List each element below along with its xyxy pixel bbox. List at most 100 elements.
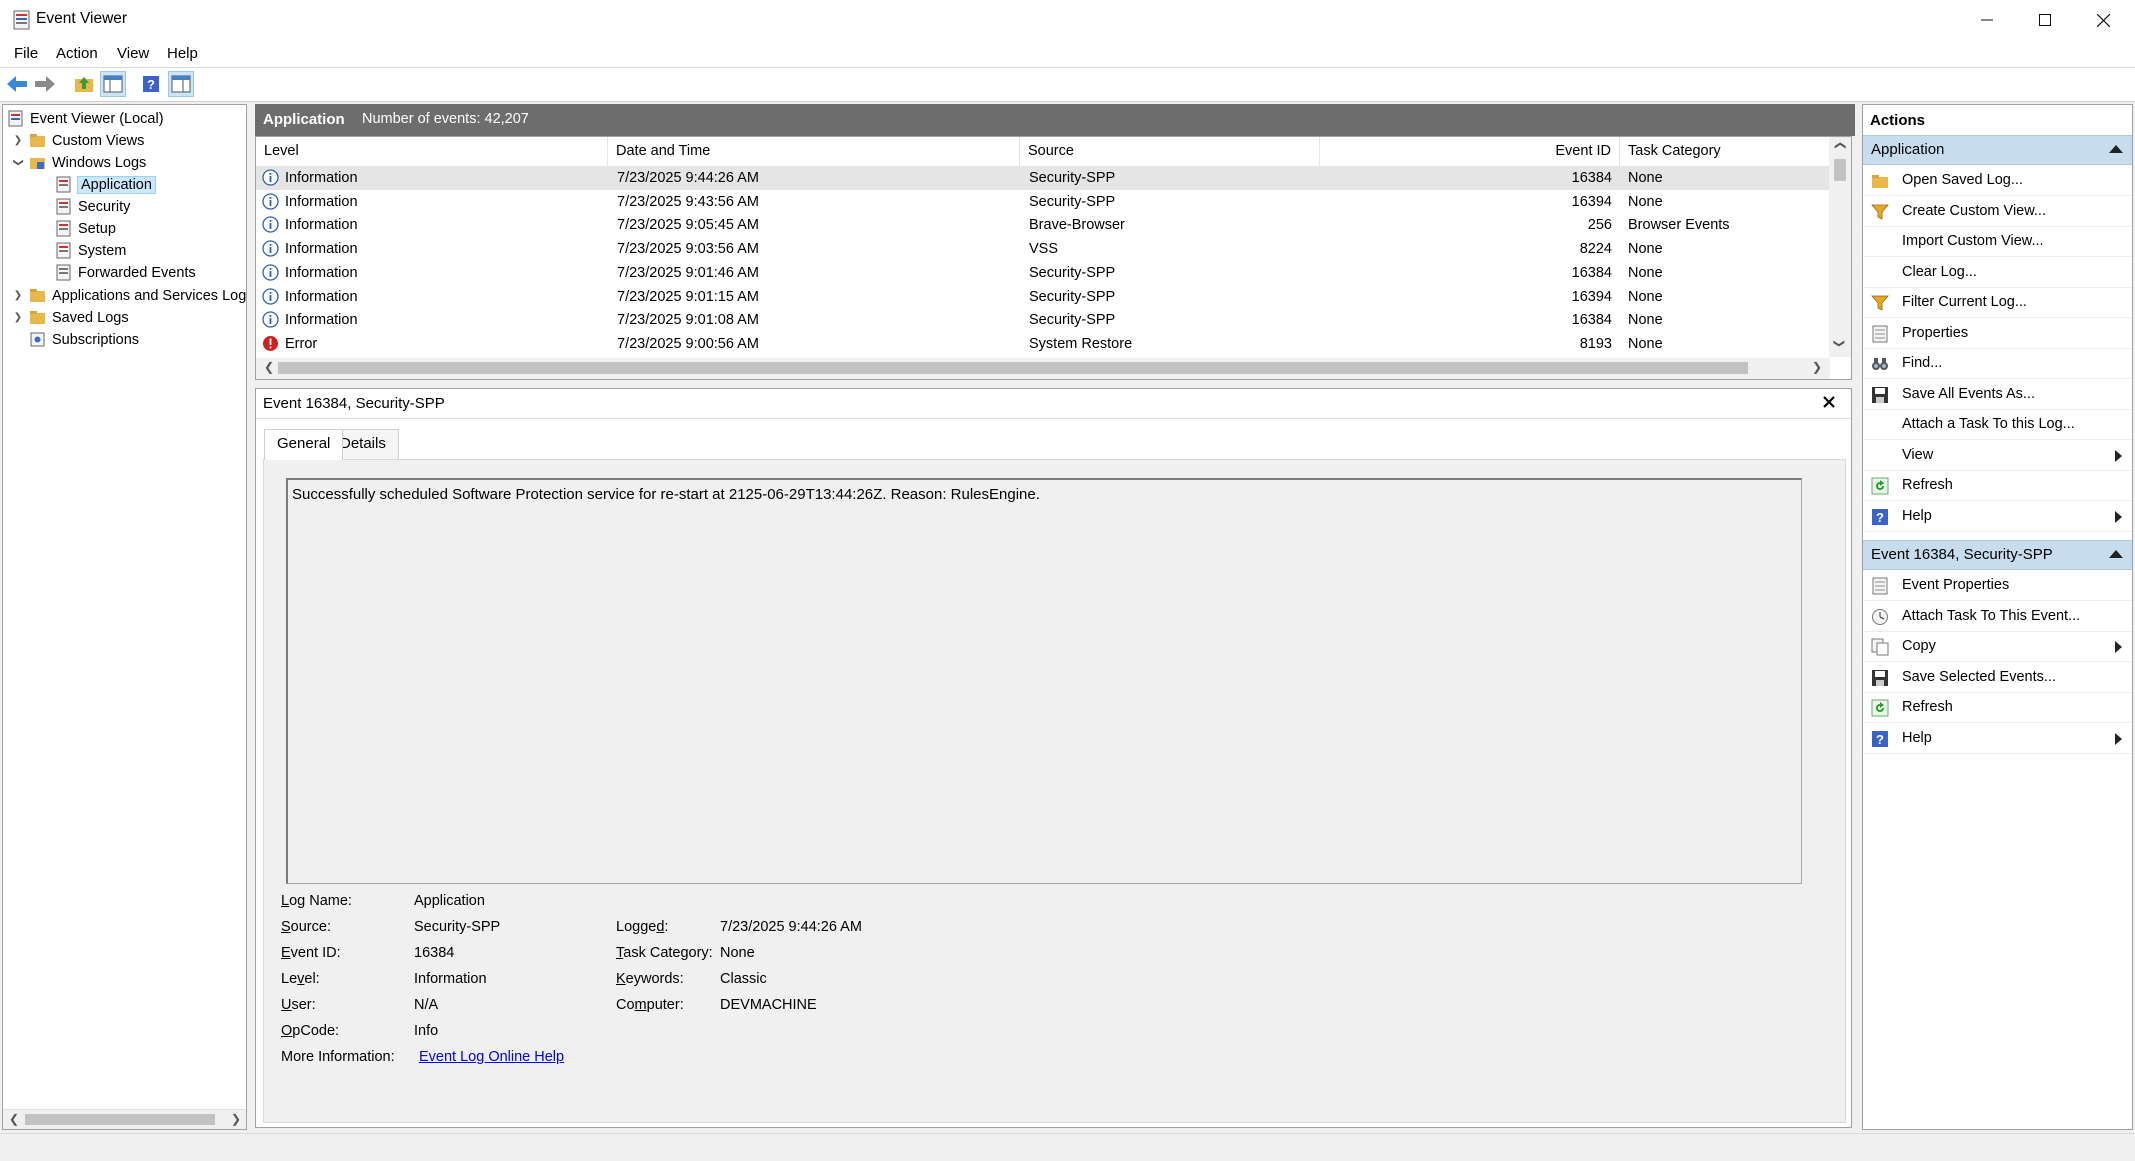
- cell-source: Security-SPP: [1029, 170, 1116, 186]
- grid-vertical-scrollbar[interactable]: ❯ ❯: [1829, 137, 1851, 357]
- action-event-properties[interactable]: Event Properties: [1863, 571, 2132, 601]
- table-row[interactable]: Information 7/23/2025 9:05:45 AM Brave-Bro…: [256, 213, 1830, 237]
- field-label-keywords: Keywords:: [616, 971, 684, 987]
- tree-node-label: Forwarded Events: [78, 264, 196, 281]
- action-find[interactable]: Find...: [1863, 349, 2132, 379]
- column-header-event-id[interactable]: Event ID: [1320, 137, 1620, 166]
- action-save-selected-events[interactable]: Save Selected Events...: [1863, 663, 2132, 693]
- chevron-right-icon[interactable]: ❯: [11, 135, 25, 146]
- maximize-button[interactable]: [2016, 0, 2074, 40]
- column-header-level[interactable]: Level: [256, 137, 608, 166]
- action-attach-task-to-this-event[interactable]: Attach Task To This Event...: [1863, 602, 2132, 632]
- up-one-level-button[interactable]: [71, 71, 97, 97]
- menu-help[interactable]: Help: [167, 45, 198, 62]
- action-import-custom-view[interactable]: Import Custom View...: [1863, 227, 2132, 257]
- grid-horizontal-scrollbar[interactable]: ❮ ❯: [256, 358, 1830, 379]
- scroll-right-icon[interactable]: ❯: [231, 1112, 241, 1126]
- scroll-right-icon[interactable]: ❯: [1812, 360, 1822, 374]
- table-row[interactable]: Information 7/23/2025 9:03:56 AM VSS 8224 No…: [256, 237, 1830, 261]
- tree-node-application[interactable]: Application: [55, 174, 156, 195]
- field-value-level[interactable]: Information: [414, 971, 487, 987]
- event-description[interactable]: Successfully scheduled Software Protecti…: [286, 478, 1802, 884]
- action-save-all-events-as[interactable]: Save All Events As...: [1863, 380, 2132, 410]
- action-create-custom-view[interactable]: Create Custom View...: [1863, 197, 2132, 227]
- action-attach-a-task-to-this-log[interactable]: Attach a Task To this Log...: [1863, 410, 2132, 440]
- action-refresh[interactable]: Refresh: [1863, 471, 2132, 501]
- back-button[interactable]: [4, 71, 30, 97]
- show-hide-action-pane-button[interactable]: [168, 71, 194, 97]
- column-header-source[interactable]: Source: [1020, 137, 1320, 166]
- show-hide-console-tree-button[interactable]: [100, 71, 126, 97]
- minimize-button[interactable]: [1958, 0, 2016, 40]
- scroll-thumb[interactable]: [1834, 159, 1846, 181]
- tree-node-forwarded-events[interactable]: Forwarded Events: [55, 262, 196, 283]
- copy-icon: [1871, 638, 1889, 656]
- scroll-up-icon[interactable]: ❯: [1833, 141, 1846, 150]
- help-button[interactable]: ?: [138, 71, 164, 97]
- collapse-icon[interactable]: [2109, 550, 2123, 558]
- scroll-left-icon[interactable]: ❮: [9, 1112, 19, 1126]
- scroll-thumb[interactable]: [25, 1114, 215, 1125]
- scroll-down-icon[interactable]: ❯: [1833, 339, 1846, 348]
- field-value-keywords[interactable]: Classic: [720, 971, 767, 987]
- column-header-task-category[interactable]: Task Category: [1620, 137, 1830, 166]
- menu-file[interactable]: File: [14, 45, 38, 62]
- chevron-down-icon[interactable]: ❯: [13, 156, 24, 170]
- field-value-log-name[interactable]: Application: [414, 893, 485, 909]
- action-view[interactable]: View: [1863, 441, 2132, 471]
- cell-date-time: 7/23/2025 9:01:15 AM: [617, 288, 759, 305]
- action-copy[interactable]: Copy: [1863, 632, 2132, 662]
- tree-node-saved-logs[interactable]: ❯ Saved Logs: [11, 307, 129, 328]
- actions-section-header[interactable]: Event 16384, Security-SPP: [1863, 540, 2132, 570]
- table-row[interactable]: Information 7/23/2025 9:01:15 AM Security-…: [256, 285, 1830, 309]
- tree-node-windows-logs[interactable]: ❯ Windows Logs: [11, 152, 147, 173]
- forward-button[interactable]: [32, 71, 58, 97]
- tree-node-system[interactable]: System: [55, 240, 126, 261]
- action-label: Help: [1902, 729, 1932, 746]
- menu-view[interactable]: View: [117, 45, 149, 62]
- action-label: Find...: [1902, 355, 1943, 371]
- action-help[interactable]: ? Help: [1863, 502, 2132, 532]
- field-value-computer[interactable]: DEVMACHINE: [720, 997, 817, 1013]
- chevron-right-icon[interactable]: ❯: [11, 290, 25, 301]
- action-clear-log[interactable]: Clear Log...: [1863, 258, 2132, 288]
- field-value-event-id[interactable]: 16384: [414, 945, 454, 961]
- actions-section-header[interactable]: Application: [1863, 135, 2132, 165]
- tree-horizontal-scrollbar[interactable]: ❮ ❯: [3, 1109, 246, 1129]
- tree-node-apps-and-services[interactable]: ❯ Applications and Services Logs: [11, 285, 246, 306]
- cell-date-time: 7/23/2025 9:00:56 AM: [617, 335, 759, 352]
- collapse-icon[interactable]: [2109, 145, 2123, 153]
- field-value-opcode[interactable]: Info: [414, 1023, 438, 1039]
- table-row[interactable]: Error 7/23/2025 9:00:56 AM System Restore 8…: [256, 332, 1830, 356]
- tree-node-setup[interactable]: Setup: [55, 218, 116, 239]
- action-refresh[interactable]: Refresh: [1863, 693, 2132, 723]
- menu-action[interactable]: Action: [56, 45, 98, 62]
- cell-level: Information: [285, 312, 358, 329]
- action-label: Import Custom View...: [1902, 233, 2044, 249]
- close-window-button[interactable]: [2074, 0, 2132, 40]
- table-row[interactable]: Information 7/23/2025 9:44:26 AM Security-…: [256, 166, 1830, 190]
- scroll-left-icon[interactable]: ❮: [264, 360, 274, 374]
- field-value-user[interactable]: N/A: [414, 997, 438, 1013]
- close-detail-button[interactable]: [1823, 393, 1835, 413]
- column-header-date-time[interactable]: Date and Time: [608, 137, 1020, 166]
- tab-general[interactable]: General: [264, 429, 344, 460]
- information-icon: [262, 264, 279, 281]
- tree-node-subscriptions[interactable]: Subscriptions: [29, 329, 139, 350]
- chevron-right-icon[interactable]: ❯: [11, 312, 25, 323]
- action-help[interactable]: ? Help: [1863, 724, 2132, 754]
- field-value-task-category[interactable]: None: [720, 945, 755, 961]
- action-properties[interactable]: Properties: [1863, 319, 2132, 349]
- table-row[interactable]: Information 7/23/2025 9:43:56 AM Security-…: [256, 190, 1830, 214]
- tree-node-security[interactable]: Security: [55, 196, 130, 217]
- tree-node-root[interactable]: Event Viewer (Local): [7, 108, 164, 129]
- field-value-logged[interactable]: 7/23/2025 9:44:26 AM: [720, 919, 862, 935]
- table-row[interactable]: Information 7/23/2025 9:01:46 AM Security-…: [256, 261, 1830, 285]
- scroll-thumb[interactable]: [278, 362, 1748, 374]
- action-filter-current-log[interactable]: Filter Current Log...: [1863, 288, 2132, 318]
- action-open-saved-log[interactable]: Open Saved Log...: [1863, 166, 2132, 196]
- event-log-online-help-link[interactable]: Event Log Online Help: [419, 1049, 564, 1065]
- table-row[interactable]: Information 7/23/2025 9:01:08 AM Security-…: [256, 308, 1830, 332]
- tree-node-custom-views[interactable]: ❯ Custom Views: [11, 130, 145, 151]
- field-value-source[interactable]: Security-SPP: [414, 919, 500, 935]
